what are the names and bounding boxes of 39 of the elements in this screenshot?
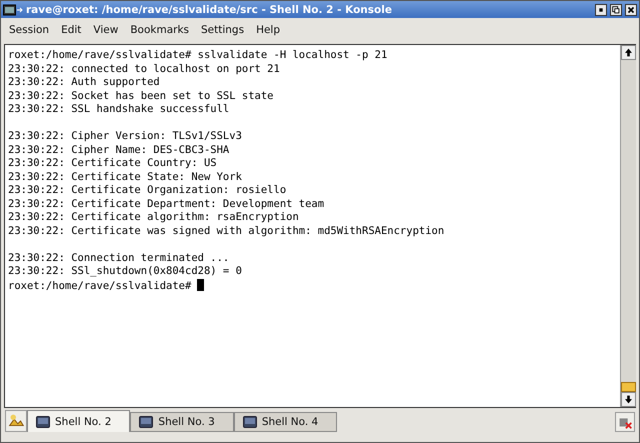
terminal-prompt: roxet:/home/rave/sslvalidate#: [8, 280, 192, 292]
scrollbar[interactable]: [620, 45, 636, 407]
terminal-line: 23:30:22: Auth supported: [8, 76, 161, 90]
terminal-line: 23:30:22: SSl_shutdown(0x804cd28) = 0: [8, 265, 243, 278]
terminal-line: 23:30:22: connected to localhost on port 21: [8, 62, 281, 76]
terminal-icon: [242, 416, 257, 428]
session-tab[interactable]: Shell No. 2: [27, 410, 130, 432]
close-button[interactable]: [625, 4, 637, 16]
terminal-line: roxet:/home/rave/sslvalidate# sslvalidate -H localhost -p 21: [8, 49, 388, 62]
close-session-icon[interactable]: [615, 412, 635, 432]
menu-item[interactable]: Bookmarks: [124, 24, 195, 36]
scroll-down-icon[interactable]: [621, 392, 636, 407]
terminal-line: 23:30:22: Certificate Organization: rosiello: [8, 184, 288, 198]
terminal-line: 23:30:22: SSL handshake successfull: [8, 103, 230, 116]
terminal-line: 23:30:22: Cipher Name: DES-CBC3-SHA: [8, 144, 230, 157]
terminal-line: 23:30:22: Connection terminated ...: [8, 252, 230, 265]
scroll-up-icon[interactable]: [621, 45, 636, 60]
maximize-button[interactable]: [610, 4, 622, 16]
window-title: rave@roxet: /home/rave/sslvalidate/src - Shell No. 2 - Konsole: [26, 4, 393, 16]
terminal-line: 23:30:22: Certificate was signed with algorithm: md5WithRSAEncryption: [8, 224, 446, 238]
terminal-line: 23:30:22: Certificate State: New York: [8, 170, 243, 184]
session-tab[interactable]: Shell No. 4: [234, 412, 338, 432]
menu-item[interactable]: Session: [3, 24, 56, 36]
terminal-line: 23:30:22: Certificate Department: Development team: [8, 198, 326, 211]
terminal-line: 23:30:22: Certificate Country: US: [8, 157, 218, 170]
menu-item[interactable]: Help: [250, 24, 286, 36]
scroll-thumb[interactable]: [621, 382, 636, 392]
terminal-line: 23:30:22: Certificate algorithm: rsaEncryption: [8, 211, 300, 224]
session-tab[interactable]: Shell No. 3: [130, 412, 234, 432]
terminal-line: 23:30:22: Cipher Version: TLSv1/SSLv3: [8, 130, 243, 144]
minimize-button[interactable]: [595, 4, 607, 16]
new-session-icon[interactable]: [5, 410, 27, 432]
menu-item[interactable]: Settings: [195, 24, 250, 36]
window-menu-icon[interactable]: [3, 4, 23, 16]
terminal-line: 23:30:22: Socket has been set to SSL state: [8, 90, 275, 103]
terminal-icon: [36, 416, 50, 428]
menu-item[interactable]: Edit: [55, 24, 88, 36]
terminal-icon: [139, 416, 154, 428]
menu-item[interactable]: View: [87, 24, 124, 36]
